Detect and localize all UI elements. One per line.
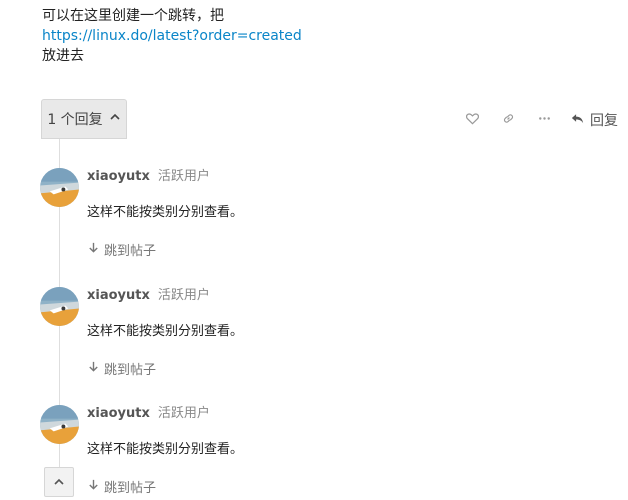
username[interactable]: xiaoyutx — [87, 169, 150, 184]
username[interactable]: xiaoyutx — [87, 288, 150, 303]
arrow-down-icon — [87, 241, 100, 258]
reply-author: xiaoyutx 活跃用户 — [87, 168, 210, 186]
jump-to-post-link[interactable]: 跳到帖子 — [87, 240, 156, 259]
jump-to-post-link[interactable]: 跳到帖子 — [87, 477, 156, 496]
jump-to-post-link[interactable]: 跳到帖子 — [87, 359, 156, 378]
avatar[interactable] — [40, 168, 79, 207]
heart-icon — [465, 111, 480, 130]
more-actions-button[interactable] — [526, 108, 562, 132]
replies-toggle-label: 1 个回复 — [47, 112, 103, 128]
topic-post-area: 可以在这里创建一个跳转，把 https://linux.do/latest?or… — [0, 0, 628, 500]
username[interactable]: xiaoyutx — [87, 406, 150, 421]
chevron-up-icon — [53, 473, 65, 492]
chevron-up-icon — [109, 111, 121, 127]
collapse-replies-button[interactable] — [44, 467, 74, 497]
reply-text: 这样不能按类别分别查看。 — [87, 442, 244, 457]
ellipsis-icon — [537, 111, 552, 130]
arrow-down-icon — [87, 360, 100, 377]
jump-to-post-label: 跳到帖子 — [104, 244, 157, 259]
user-title: 活跃用户 — [157, 288, 210, 303]
user-title: 活跃用户 — [157, 406, 210, 421]
arrow-down-icon — [87, 478, 100, 495]
post-content: 可以在这里创建一个跳转，把 https://linux.do/latest?or… — [42, 6, 302, 66]
reply-author: xiaoyutx 活跃用户 — [87, 405, 210, 423]
reply-text: 这样不能按类别分别查看。 — [87, 324, 244, 339]
link-icon — [501, 111, 516, 130]
reply-text: 这样不能按类别分别查看。 — [87, 205, 244, 220]
jump-to-post-label: 跳到帖子 — [104, 481, 157, 496]
embedded-reply: xiaoyutx 活跃用户 这样不能按类别分别查看。 跳到帖子 — [40, 287, 600, 397]
replies-toggle-button[interactable]: 1 个回复 — [41, 99, 127, 139]
reply-button-label: 回复 — [590, 113, 618, 129]
jump-to-post-label: 跳到帖子 — [104, 363, 157, 378]
user-title: 活跃用户 — [157, 169, 210, 184]
post-text-line-3: 放进去 — [42, 48, 84, 64]
reply-author: xiaoyutx 活跃用户 — [87, 287, 210, 305]
post-text-line-1: 可以在这里创建一个跳转，把 — [42, 8, 224, 24]
post-controls: 回复 — [454, 108, 618, 132]
avatar[interactable] — [40, 405, 79, 444]
post-link[interactable]: https://linux.do/latest?order=created — [42, 28, 302, 44]
reply-icon — [570, 111, 585, 130]
embedded-reply: xiaoyutx 活跃用户 这样不能按类别分别查看。 跳到帖子 — [40, 405, 600, 500]
embedded-reply: xiaoyutx 活跃用户 这样不能按类别分别查看。 跳到帖子 — [40, 168, 600, 278]
share-link-button[interactable] — [490, 108, 526, 132]
like-button[interactable] — [454, 108, 490, 132]
avatar[interactable] — [40, 287, 79, 326]
reply-button[interactable]: 回复 — [570, 110, 618, 130]
